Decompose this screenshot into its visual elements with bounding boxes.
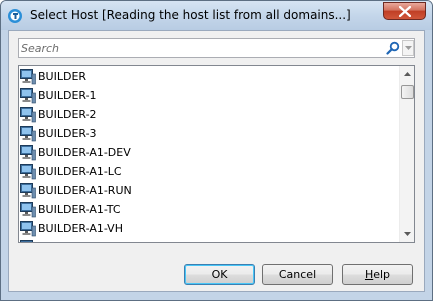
scroll-up-arrow-icon <box>404 72 411 76</box>
computer-icon <box>20 126 36 142</box>
host-list-item[interactable]: BUILDER-A1-LC <box>19 162 399 181</box>
host-list-item[interactable]: BUILDER-2 <box>19 105 399 124</box>
teamcity-logo-icon <box>8 9 22 23</box>
chevron-down-icon <box>405 46 412 50</box>
host-list-item[interactable]: BUILDER <box>19 67 399 86</box>
dialog-body: BUILDER BUILDER-1 BUILDER-2 BUILDER-3 BUILDE… <box>8 30 425 292</box>
computer-icon <box>20 107 36 123</box>
window-title: Select Host [Reading the host list from … <box>30 8 351 22</box>
computer-icon <box>20 88 36 104</box>
scroll-down-button[interactable] <box>400 226 414 242</box>
select-host-dialog: Select Host [Reading the host list from … <box>0 0 433 301</box>
host-name: BUILDER <box>38 70 87 83</box>
title-bar[interactable]: Select Host [Reading the host list from … <box>1 1 432 30</box>
host-list-item[interactable]: BUILDER-A1-VH <box>19 219 399 238</box>
close-icon <box>399 6 411 17</box>
scroll-down-arrow-icon <box>404 232 411 236</box>
host-name: BUILDER-A1-RUN <box>38 184 132 197</box>
host-name: BUILDER-1 <box>38 89 97 102</box>
computer-icon <box>20 145 36 161</box>
host-list-item[interactable]: BUILDER-3 <box>19 124 399 143</box>
search-dropdown-button[interactable] <box>402 40 414 56</box>
computer-icon <box>20 202 36 218</box>
help-button[interactable]: Help <box>342 264 413 285</box>
host-name: BUILDER-2 <box>38 108 97 121</box>
host-name: BUILDER-A1-TC <box>38 203 121 216</box>
host-name: BUILDER-A2-DEV <box>38 241 131 242</box>
ok-button[interactable]: OK <box>184 264 255 285</box>
host-list[interactable]: BUILDER BUILDER-1 BUILDER-2 BUILDER-3 BUILDE… <box>18 65 415 243</box>
search-input[interactable] <box>21 40 381 56</box>
help-label-rest: elp <box>373 268 391 281</box>
cancel-button[interactable]: Cancel <box>262 264 333 285</box>
host-name: BUILDER-A1-LC <box>38 165 122 178</box>
computer-icon <box>20 69 36 85</box>
host-name: BUILDER-3 <box>38 127 97 140</box>
search-box <box>18 38 415 58</box>
search-icon[interactable] <box>386 41 400 55</box>
host-name: BUILDER-A1-DEV <box>38 146 131 159</box>
host-name: BUILDER-A1-VH <box>38 222 123 235</box>
computer-icon <box>20 164 36 180</box>
close-button[interactable] <box>383 2 426 20</box>
scrollbar-thumb[interactable] <box>401 85 414 99</box>
computer-icon <box>20 183 36 199</box>
vertical-scrollbar[interactable] <box>399 66 414 242</box>
host-list-item[interactable]: BUILDER-1 <box>19 86 399 105</box>
host-list-item[interactable]: BUILDER-A1-TC <box>19 200 399 219</box>
help-mnemonic: H <box>364 268 374 281</box>
scroll-up-button[interactable] <box>400 66 414 82</box>
computer-icon <box>20 240 33 242</box>
host-list-item[interactable]: BUILDER-A1-DEV <box>19 143 399 162</box>
computer-icon <box>20 221 36 237</box>
host-list-item[interactable]: BUILDER-A1-RUN <box>19 181 399 200</box>
host-list-item[interactable]: BUILDER-A2-DEV <box>19 238 399 242</box>
